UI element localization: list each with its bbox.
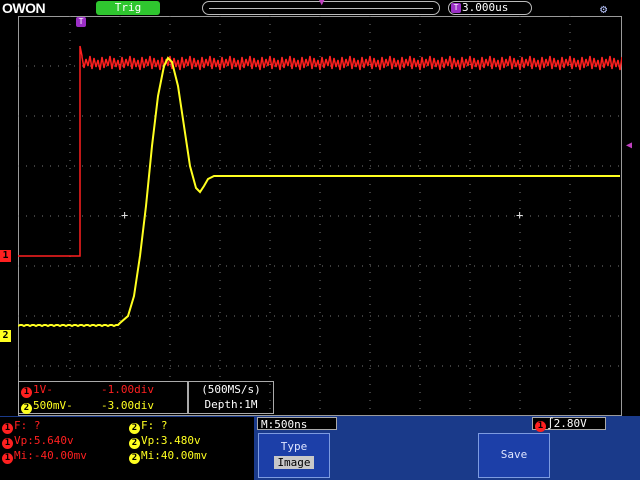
ch2-mi-row: 2 Mi:40.00mv	[129, 448, 208, 464]
trigger-status-badge: Trig	[96, 1, 160, 15]
ch1-min-voltage: Mi:-40.00mv	[14, 449, 87, 462]
ch2-icon: 2	[129, 453, 140, 464]
memory-position-bar[interactable]: ▼	[202, 0, 440, 15]
ch1-probe: 1V-	[33, 383, 53, 396]
sample-rate: (500MS/s)	[201, 383, 261, 396]
memory-bar-line	[209, 8, 433, 9]
channel-info-box: 1 1V- -1.00div 2 500mV- -3.00div	[18, 381, 188, 414]
trigger-badge-icon: T	[451, 3, 461, 13]
ch2-min-voltage: Mi:40.00mv	[141, 449, 208, 462]
cursor-plus-right: +	[516, 208, 523, 222]
memory-depth: Depth:1M	[204, 398, 258, 411]
save-label: Save	[500, 448, 528, 461]
trigger-level-arrow-icon[interactable]: ◀	[626, 140, 632, 151]
ch2-freq-row: 2 F: ?	[129, 418, 168, 434]
ch1-vp-row: 1 Vp:5.640v	[2, 433, 74, 449]
ch1-offset: -1.00div	[101, 383, 154, 396]
measurement-panel: 1 F: ? 1 Vp:5.640v 1 Mi:-40.00mv 2 F: ? 2 Vp:…	[0, 417, 254, 480]
horizontal-trigger-position[interactable]: T 3.000us	[448, 1, 532, 15]
ch1-info-row: 1 1V- -1.00div	[21, 383, 154, 398]
timebase-readout: M:500ns	[257, 417, 337, 431]
acquisition-box: (500MS/s) Depth:1M	[188, 381, 274, 414]
time-offset-value: 3.000us	[462, 1, 509, 14]
ch2-icon: 2	[21, 403, 32, 414]
type-label: Type	[280, 440, 308, 453]
rising-edge-icon: ∫	[547, 417, 554, 430]
ch2-vp-row: 2 Vp:3.480v	[129, 433, 201, 449]
trigger-position-marker-icon: ▼	[319, 0, 325, 8]
ch1-peak-voltage: Vp:5.640v	[14, 434, 74, 447]
ch2-peak-voltage: Vp:3.480v	[141, 434, 201, 447]
ch1-mi-row: 1 Mi:-40.00mv	[2, 448, 87, 464]
ch2-frequency: F: ?	[141, 419, 168, 432]
ch1-icon: 1	[21, 387, 32, 398]
ch1-icon: 1	[2, 453, 13, 464]
ch2-offset: -3.00div	[101, 399, 154, 412]
trigger-source-icon: 1	[535, 421, 546, 432]
trigger-level: 2.80V	[553, 417, 587, 430]
ch1-frequency: F: ?	[14, 419, 41, 432]
oscilloscope-icon: ⚙	[600, 2, 608, 16]
type-value: Image	[274, 456, 314, 469]
cursor-plus-left: +	[121, 208, 128, 222]
type-menu-button[interactable]: Type Image	[258, 433, 330, 478]
ch1-ground-marker[interactable]: 1	[0, 250, 11, 262]
ch1-freq-row: 1 F: ?	[2, 418, 41, 434]
save-button[interactable]: Save	[478, 433, 550, 478]
trigger-readout: 1 ∫2.80V	[532, 417, 606, 432]
ch2-waveform	[18, 56, 620, 328]
ch2-ground-marker[interactable]: 2	[0, 330, 11, 342]
waveform-display: + +	[18, 16, 622, 416]
ch2-info-row: 2 500mV- -3.00div	[21, 399, 154, 414]
ch2-probe: 500mV-	[33, 399, 73, 412]
brand-logo: OWON	[2, 0, 46, 16]
trigger-time-marker-icon[interactable]: T	[76, 17, 86, 27]
